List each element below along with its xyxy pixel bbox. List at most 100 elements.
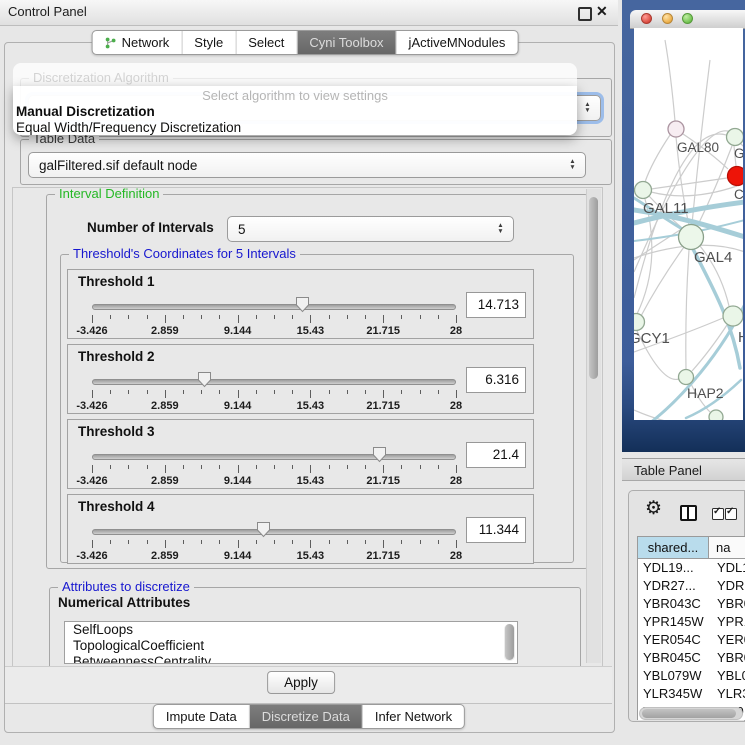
- table-row[interactable]: YER054CYER0: [638, 631, 745, 649]
- node-gal80[interactable]: [668, 121, 684, 137]
- horizontal-scrollbar[interactable]: [639, 707, 743, 720]
- checkbox-icon[interactable]: ✓: [725, 508, 737, 520]
- window-title: Control Panel: [8, 4, 87, 19]
- algorithm-option-equal-width-frequency-discretization[interactable]: Equal Width/Frequency Discretization: [13, 120, 577, 135]
- tab-impute-data[interactable]: Impute Data: [154, 705, 249, 728]
- table-row[interactable]: YDR27...YDR2: [638, 577, 745, 595]
- threshold-value-input[interactable]: 6.316: [466, 367, 526, 393]
- node-label-gal80: GAL80: [677, 140, 719, 155]
- list-item-topologicalcoefficient[interactable]: TopologicalCoefficient: [65, 638, 517, 654]
- network-edge[interactable]: [634, 230, 680, 260]
- node-bottom[interactable]: [709, 410, 723, 420]
- slider-track: [92, 529, 456, 535]
- table-row[interactable]: YBR043CYBR0: [638, 595, 745, 613]
- node-hap2[interactable]: [679, 370, 694, 385]
- gear-icon[interactable]: ⚙: [645, 499, 662, 518]
- network-edge[interactable]: [697, 146, 732, 227]
- node-gal11[interactable]: [635, 182, 652, 199]
- algorithm-dropdown-popup: Select algorithm to view settings Manual…: [13, 86, 577, 135]
- apply-button[interactable]: Apply: [267, 671, 335, 694]
- table-row[interactable]: YDL19...YDL1: [638, 559, 745, 577]
- column-header-0[interactable]: shared...: [638, 537, 709, 558]
- vertical-scrollbar-thumb[interactable]: [589, 197, 598, 379]
- combo-arrows-icon: ▲▼: [567, 153, 578, 177]
- number-of-intervals-spinner[interactable]: 5 ▲▼: [227, 216, 514, 242]
- list-scrollbar[interactable]: [504, 624, 515, 661]
- node-red-selected[interactable]: [728, 167, 744, 186]
- slider-thumb[interactable]: [372, 446, 387, 463]
- table-row[interactable]: YPR145WYPR1: [638, 613, 745, 631]
- tab-discretize-data[interactable]: Discretize Data: [249, 705, 362, 728]
- table-cell: YDR27...: [638, 577, 709, 595]
- tab-network[interactable]: Network: [93, 31, 182, 54]
- network-icon: [105, 37, 117, 49]
- network-window-titlebar[interactable]: [630, 10, 745, 29]
- node-gal4[interactable]: [679, 225, 704, 250]
- minimize-window-icon[interactable]: [662, 13, 673, 24]
- tab-label: Network: [122, 31, 170, 54]
- threshold-value-input[interactable]: 11.344: [466, 517, 526, 543]
- slider-track: [92, 454, 456, 460]
- table-data-combobox[interactable]: galFiltered.sif default node ▲▼: [28, 152, 586, 178]
- split-view-icon[interactable]: [680, 505, 697, 521]
- float-window-button[interactable]: [578, 7, 592, 21]
- slider-track: [92, 379, 456, 385]
- close-panel-button[interactable]: ✕: [596, 3, 608, 20]
- network-svg: GAL80GACGAL11GAL4GCY1HHAP2: [634, 28, 743, 420]
- table-row[interactable]: YBL079WYBL0: [638, 667, 745, 685]
- node-label-hap2: HAP2: [687, 385, 724, 401]
- network-edge[interactable]: [634, 410, 714, 420]
- list-scrollbar-thumb[interactable]: [505, 624, 514, 660]
- table-row[interactable]: YLR345WYLR3: [638, 685, 745, 703]
- node-gcy1[interactable]: [634, 314, 645, 331]
- threshold-slider[interactable]: -3.4262.8599.14415.4321.71528: [92, 369, 456, 413]
- node-h[interactable]: [723, 306, 743, 326]
- slider-thumb[interactable]: [197, 371, 212, 388]
- column-header-1[interactable]: na: [709, 537, 745, 558]
- threshold-value-input[interactable]: 14.713: [466, 292, 526, 318]
- close-window-icon[interactable]: [641, 13, 652, 24]
- number-of-intervals-label: Number of Intervals: [87, 220, 214, 235]
- table-row[interactable]: YBR045CYBR0: [638, 649, 745, 667]
- horizontal-scrollbar-thumb[interactable]: [642, 709, 736, 718]
- table-cell: YBR0: [709, 595, 745, 613]
- vertical-scrollbar[interactable]: [586, 189, 601, 663]
- table-cell: YPR145W: [638, 613, 709, 631]
- slider-thumb[interactable]: [256, 521, 271, 538]
- tab-label: Style: [194, 31, 223, 54]
- threshold-label: Threshold 4: [78, 499, 155, 514]
- network-edge[interactable]: [641, 247, 684, 316]
- numerical-attributes-list[interactable]: SelfLoopsTopologicalCoefficientBetweenne…: [64, 621, 518, 664]
- threshold-value-input[interactable]: 21.4: [466, 442, 526, 468]
- attribute-items: SelfLoopsTopologicalCoefficientBetweenne…: [65, 622, 517, 664]
- slider-tick-labels: -3.4262.8599.14415.4321.71528: [92, 550, 456, 562]
- list-item-selfloops[interactable]: SelfLoops: [65, 622, 517, 638]
- tab-jactivemnodules[interactable]: jActiveMNodules: [396, 31, 518, 54]
- network-edge[interactable]: [692, 325, 727, 371]
- threshold-slider[interactable]: -3.4262.8599.14415.4321.71528: [92, 444, 456, 488]
- slider-ticks: [92, 390, 456, 399]
- network-edge[interactable]: [665, 40, 675, 121]
- table-cell: YER0: [709, 631, 745, 649]
- threshold-panel-4: Threshold 4 -3.4262.8599.14415.4321.71528…: [67, 494, 534, 564]
- threshold-slider[interactable]: -3.4262.8599.14415.4321.71528: [92, 294, 456, 338]
- tab-label: Infer Network: [375, 705, 452, 728]
- tab-cyni-toolbox[interactable]: Cyni Toolbox: [296, 31, 395, 54]
- threshold-slider[interactable]: -3.4262.8599.14415.4321.71528: [92, 519, 456, 563]
- checkbox-icon[interactable]: ✓: [712, 508, 724, 520]
- slider-thumb[interactable]: [295, 296, 310, 313]
- tab-select[interactable]: Select: [235, 31, 296, 54]
- algorithm-option-manual-discretization[interactable]: Manual Discretization: [13, 104, 577, 120]
- node-top-right[interactable]: [727, 129, 744, 146]
- network-edge[interactable]: [645, 135, 670, 182]
- network-edge[interactable]: [686, 250, 689, 369]
- tab-label: Cyni Toolbox: [309, 31, 383, 54]
- node-label-gal11: GAL11: [643, 200, 689, 217]
- group-label-attributes: Attributes to discretize: [58, 580, 194, 594]
- tab-style[interactable]: Style: [181, 31, 235, 54]
- network-canvas[interactable]: GAL80GACGAL11GAL4GCY1HHAP2: [634, 28, 743, 420]
- table-cell: YPR1: [709, 613, 745, 631]
- tab-infer-network[interactable]: Infer Network: [362, 705, 464, 728]
- list-item-betweennesscentrality[interactable]: BetweennessCentrality: [65, 654, 517, 664]
- zoom-window-icon[interactable]: [682, 13, 693, 24]
